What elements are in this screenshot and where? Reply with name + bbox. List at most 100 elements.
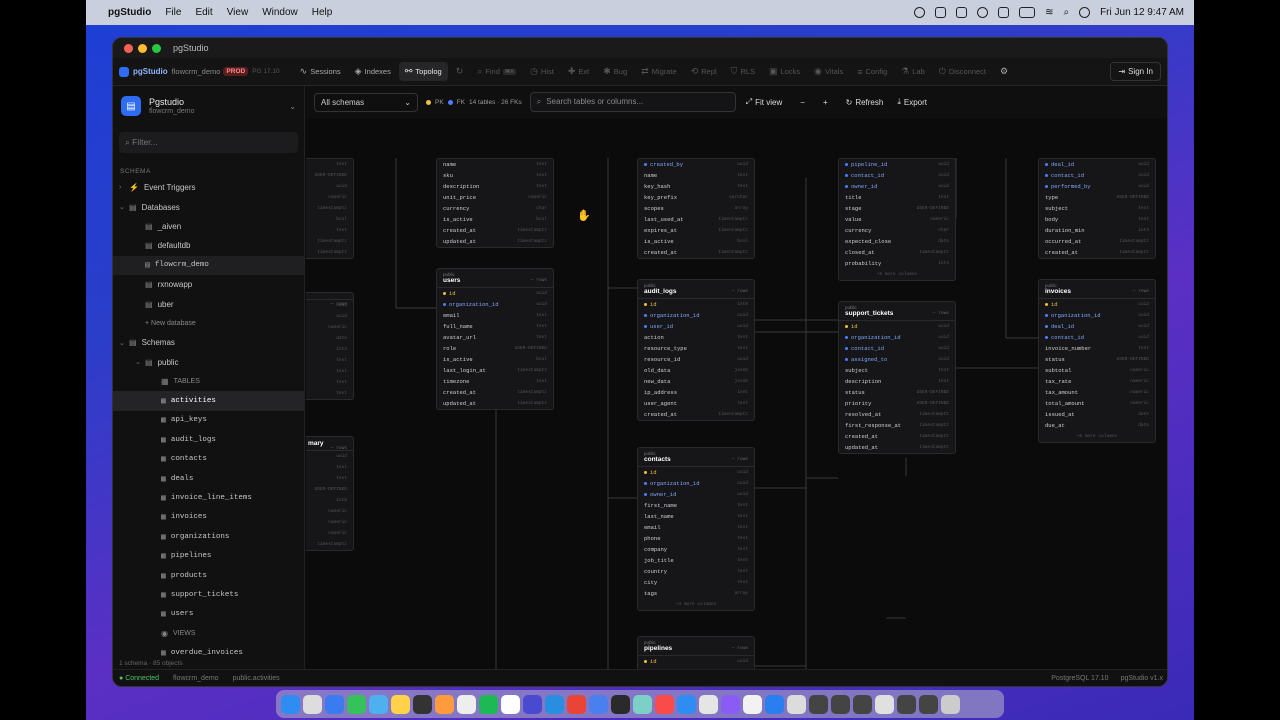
- column-row[interactable]: subtotal numeric: [1039, 365, 1155, 376]
- erd-table-partial-9[interactable]: — rows uuid uuid numeric date int4 text text tex…: [306, 292, 354, 400]
- zoom-in-button[interactable]: +: [823, 98, 828, 107]
- column-row[interactable]: id int8: [638, 299, 754, 310]
- erd-table-users[interactable]: public users — rows id uuid organization_id uu…: [436, 268, 554, 410]
- more-columns[interactable]: +5 more columns: [839, 269, 955, 280]
- column-row[interactable]: is_active bool: [437, 354, 553, 365]
- dock-app-icon[interactable]: [413, 694, 432, 714]
- dock-app-icon[interactable]: [479, 694, 498, 714]
- tree-item-audit_logs[interactable]: ▦ audit_logs: [113, 430, 304, 449]
- menubar-app-name[interactable]: pgStudio: [108, 7, 151, 18]
- column-row[interactable]: expires_at timestamptz: [638, 225, 754, 236]
- zoom-window-button[interactable]: [152, 43, 161, 53]
- erd-table-partial-4[interactable]: deal_id uuid contact_id uuid performed_by uui…: [1038, 158, 1156, 259]
- column-row[interactable]: currency char: [437, 203, 553, 214]
- column-row[interactable]: int4: [306, 344, 353, 355]
- tree-item-invoices[interactable]: ▦ invoices: [113, 508, 304, 527]
- column-row[interactable]: occurred_at timestamptz: [1039, 236, 1155, 247]
- column-row[interactable]: text: [306, 366, 353, 377]
- column-row[interactable]: currency char: [839, 225, 955, 236]
- column-row[interactable]: id uuid: [638, 656, 754, 667]
- nav-hist-button[interactable]: ◷ Hist: [524, 62, 560, 81]
- erd-table-partial-2[interactable]: created_by uuid name text key_hash text key_pr…: [637, 158, 755, 259]
- erd-table-contacts[interactable]: public contacts — rows id uuid organization_i…: [637, 447, 755, 611]
- more-columns[interactable]: +6 more columns: [1039, 431, 1155, 442]
- tree-item-organizations[interactable]: ▦ organizations: [113, 527, 304, 546]
- column-row[interactable]: performed_by uuid: [1039, 181, 1155, 192]
- column-row[interactable]: status USER-DEFINED: [839, 387, 955, 398]
- column-row[interactable]: invoice_number text: [1039, 343, 1155, 354]
- column-row[interactable]: tax_amount numeric: [1039, 387, 1155, 398]
- column-row[interactable]: created_at timestamptz: [1039, 247, 1155, 258]
- column-row[interactable]: created_by uuid: [638, 159, 754, 170]
- column-row[interactable]: organization_id uuid: [638, 478, 754, 489]
- erd-table-support_tickets[interactable]: public support_tickets — rows id uuid organiz…: [838, 301, 956, 454]
- dock-app-icon[interactable]: [369, 694, 388, 714]
- battery-icon[interactable]: [1019, 7, 1036, 18]
- settings-button[interactable]: ⚙: [994, 62, 1014, 81]
- nav-refresh-button[interactable]: ↻: [450, 62, 470, 81]
- column-row[interactable]: text: [306, 388, 353, 399]
- erd-table-header[interactable]: — rows: [306, 293, 353, 307]
- column-row[interactable]: updated_at timestamptz: [437, 398, 553, 409]
- column-row[interactable]: updated_at timestamptz: [437, 236, 553, 247]
- column-row[interactable]: tags array: [638, 588, 754, 599]
- column-row[interactable]: resource_type text: [638, 343, 754, 354]
- refresh-button[interactable]: ↻ Refresh: [846, 98, 884, 107]
- column-row[interactable]: deal_id uuid: [1039, 159, 1155, 170]
- tree-item-users[interactable]: ▦ users: [113, 605, 304, 624]
- column-row[interactable]: issued_at date: [1039, 409, 1155, 420]
- dock-app-icon[interactable]: [765, 694, 784, 714]
- close-window-button[interactable]: [124, 43, 133, 53]
- column-row[interactable]: assigned_to uuid: [839, 354, 955, 365]
- nav-ext-button[interactable]: ✚ Ext: [562, 62, 595, 81]
- column-row[interactable]: numeric: [306, 322, 353, 333]
- column-row[interactable]: body text: [1039, 214, 1155, 225]
- column-row[interactable]: updated_at timestamptz: [839, 442, 955, 453]
- status-icon[interactable]: [914, 7, 926, 18]
- tree-item-products[interactable]: ▦ products: [113, 566, 304, 585]
- column-row[interactable]: ip_address inet: [638, 387, 754, 398]
- dock-app-icon[interactable]: [655, 694, 674, 714]
- column-row[interactable]: description text: [437, 181, 553, 192]
- column-row[interactable]: total_amount numeric: [1039, 398, 1155, 409]
- column-row[interactable]: subject text: [839, 365, 955, 376]
- column-row[interactable]: id uuid: [839, 321, 955, 332]
- column-row[interactable]: key_prefix varchar: [638, 192, 754, 203]
- tree-item-views[interactable]: ◉ VIEWS: [113, 624, 304, 643]
- column-row[interactable]: user_id uuid: [638, 321, 754, 332]
- column-row[interactable]: city text: [638, 577, 754, 588]
- column-row[interactable]: numeric: [306, 506, 353, 517]
- airplay-icon[interactable]: [977, 7, 989, 18]
- column-row[interactable]: stage USER-DEFINED: [839, 203, 955, 214]
- column-row[interactable]: pipeline_id uuid: [839, 159, 955, 170]
- tree-item-flowcrm_demo[interactable]: ▤ flowcrm_demo: [113, 255, 304, 275]
- column-row[interactable]: contact_id uuid: [1039, 332, 1155, 343]
- column-row[interactable]: role USER-DEFINED: [437, 343, 553, 354]
- column-row[interactable]: uuid: [306, 451, 353, 462]
- column-row[interactable]: type USER-DEFINED: [1039, 192, 1155, 203]
- tree-item-deals[interactable]: ▦ deals: [113, 469, 304, 488]
- tree-item-contacts[interactable]: ▦ contacts: [113, 449, 304, 468]
- column-row[interactable]: created_at timestamptz: [437, 225, 553, 236]
- column-row[interactable]: organization_id uuid: [437, 299, 553, 310]
- nav-indexes-button[interactable]: ◈ Indexes: [349, 62, 397, 81]
- menu-view[interactable]: View: [227, 7, 249, 18]
- nav-lab-button[interactable]: ⚗ Lab: [895, 62, 931, 81]
- dock-app-icon[interactable]: [391, 694, 410, 714]
- column-row[interactable]: duration_min int4: [1039, 225, 1155, 236]
- column-row[interactable]: text: [306, 225, 353, 236]
- column-row[interactable]: contact_id uuid: [839, 170, 955, 181]
- column-row[interactable]: contact_id uuid: [1039, 170, 1155, 181]
- column-row[interactable]: expected_close date: [839, 236, 955, 247]
- column-row[interactable]: int8: [306, 495, 353, 506]
- tree-item-databases[interactable]: ⌄ ▤ Databases: [113, 197, 304, 216]
- column-row[interactable]: text: [306, 462, 353, 473]
- column-row[interactable]: organization_id uuid: [839, 332, 955, 343]
- erd-table-partial-1[interactable]: name text sku text description text unit_price…: [436, 158, 554, 248]
- tree-item-uber[interactable]: ▤ uber: [113, 294, 304, 313]
- column-row[interactable]: job_title text: [638, 555, 754, 566]
- nav-vitals-button[interactable]: ◉ Vitals: [808, 62, 849, 81]
- column-row[interactable]: is_active bool: [437, 214, 553, 225]
- erd-table-header[interactable]: public audit_logs — rows: [638, 280, 754, 299]
- column-row[interactable]: is_active bool: [638, 236, 754, 247]
